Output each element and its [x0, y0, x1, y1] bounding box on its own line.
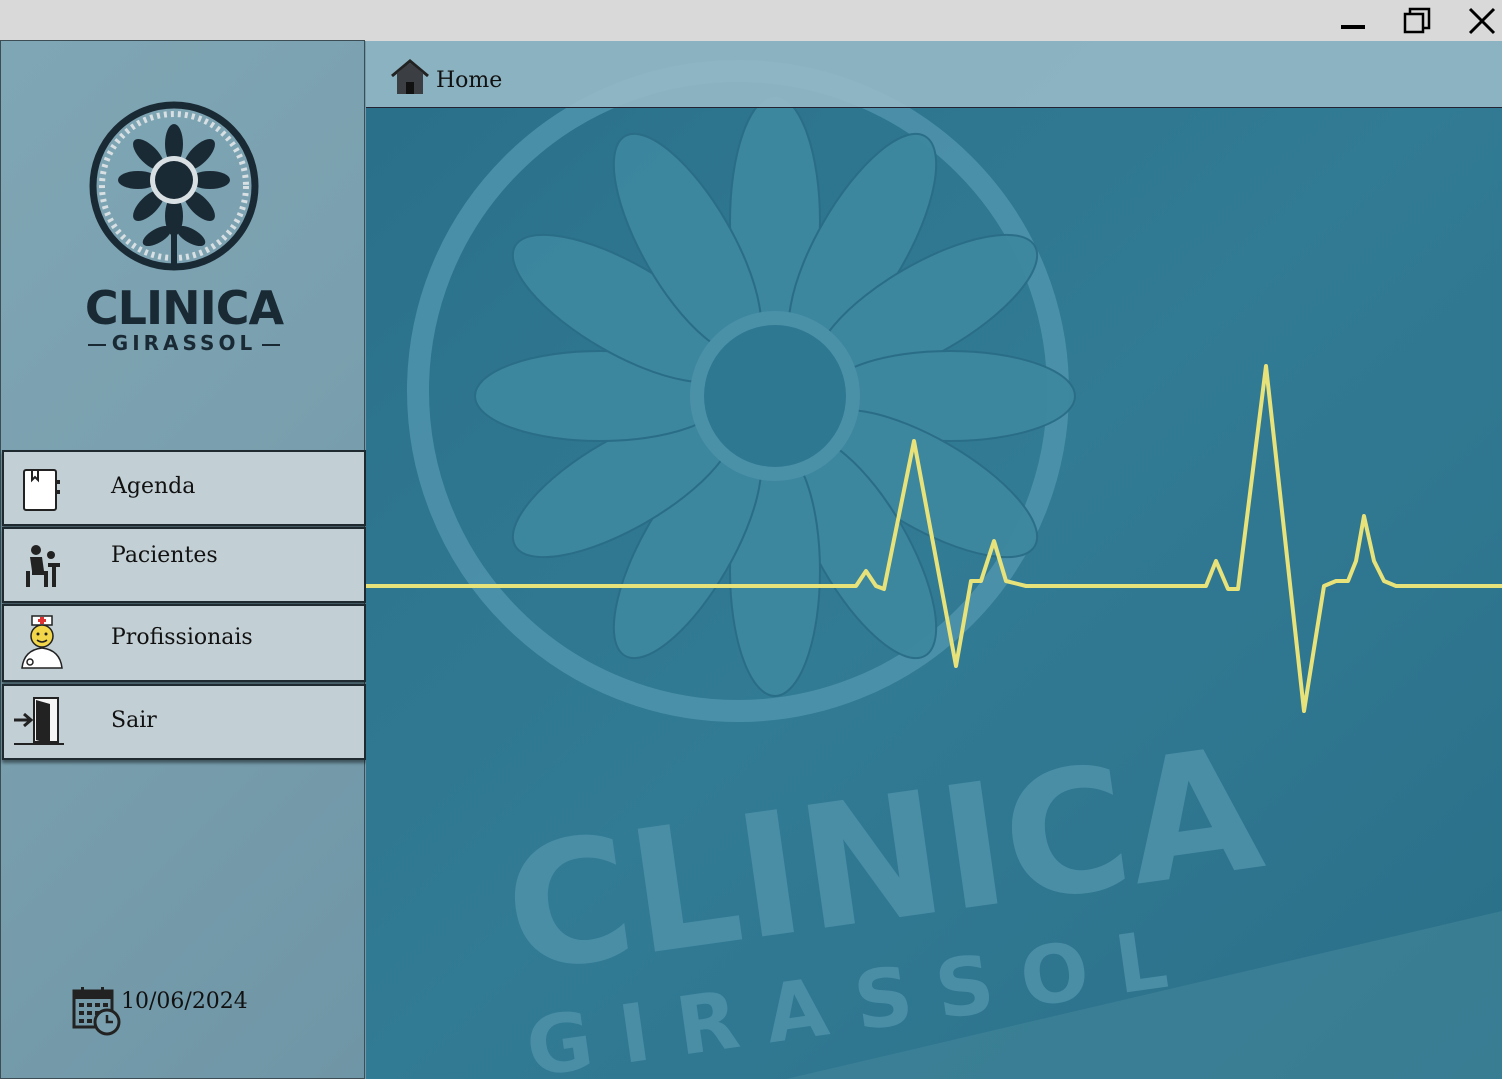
patient-icon — [26, 545, 60, 587]
nav-item-agenda[interactable]: Agenda — [2, 450, 366, 526]
minimize-button[interactable] — [1333, 4, 1373, 38]
nav-item-sair[interactable]: Sair — [2, 684, 366, 760]
page-header: Home — [366, 41, 1502, 108]
nav-label-agenda: Agenda — [111, 474, 196, 499]
page-title: Home — [436, 68, 503, 93]
logo-subtitle: GIRASSOL — [51, 331, 317, 355]
nav-label-pacientes: Pacientes — [111, 543, 218, 568]
exit-door-icon — [14, 697, 64, 745]
current-date: 10/06/2024 — [121, 989, 248, 1014]
nav-label-sair: Sair — [111, 708, 157, 733]
nav-item-pacientes[interactable]: Pacientes — [2, 527, 366, 603]
date-display: 10/06/2024 — [71, 985, 248, 1041]
maximize-button[interactable] — [1397, 4, 1437, 38]
nav-label-profissionais: Profissionais — [111, 625, 253, 650]
window-titlebar — [0, 0, 1502, 41]
calendar-clock-icon — [72, 987, 121, 1036]
sidebar: CLINICA GIRASSOL Agenda Pacientes Profis… — [0, 40, 366, 1079]
agenda-book-icon — [23, 469, 60, 511]
sunflower-logo-icon — [89, 101, 259, 271]
doctor-icon — [21, 615, 63, 669]
close-button[interactable] — [1462, 4, 1502, 38]
background-image: CLINICA GIRASSOL — [366, 41, 1502, 1079]
close-icon — [1468, 7, 1496, 35]
main-content: CLINICA GIRASSOL Home — [366, 41, 1502, 1079]
restore-icon — [1403, 7, 1431, 34]
home-icon — [391, 59, 429, 94]
logo-title: CLINICA — [84, 281, 284, 335]
minimize-icon — [1341, 25, 1365, 29]
nav-item-profissionais[interactable]: Profissionais — [2, 604, 366, 682]
